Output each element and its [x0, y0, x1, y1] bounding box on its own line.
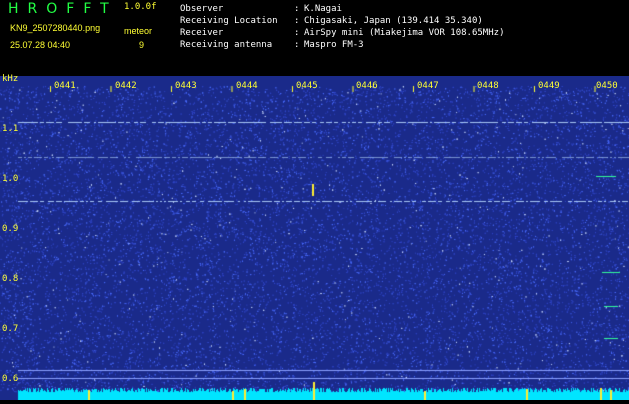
info-key: Receiver	[180, 28, 224, 38]
spectrogram-panel	[0, 76, 629, 400]
time-tick-label: 0441	[54, 81, 76, 91]
info-key: Receiving antenna	[180, 40, 273, 50]
info-key: Observer	[180, 4, 224, 14]
y-tick-label: 0.6	[2, 374, 19, 384]
y-tick-label: 0.7	[2, 324, 19, 334]
y-tick-label: 1.1	[2, 124, 19, 134]
version-label: 1.0.0f	[124, 2, 157, 12]
y-tick-label: 0.8	[2, 274, 19, 284]
time-tick-label: 0449	[538, 81, 560, 91]
time-tick-label: 0447	[417, 81, 439, 91]
info-colon: :	[294, 4, 300, 14]
time-tick-label: 0446	[356, 81, 378, 91]
meteor-label: meteor	[124, 26, 153, 36]
info-colon: :	[294, 40, 300, 50]
filename-label: KN9_2507280440.png	[10, 23, 101, 33]
info-value: Maspro FM-3	[304, 40, 364, 50]
y-axis-unit: kHz	[2, 74, 19, 84]
spectrogram-canvas	[0, 76, 629, 400]
info-key: Receiving Location	[180, 16, 278, 26]
info-value: K.Nagai	[304, 4, 342, 14]
info-value: AirSpy mini (Miakejima VOR 108.65MHz)	[304, 28, 505, 38]
y-tick-label: 0.9	[2, 224, 19, 234]
time-tick-label: 0444	[236, 81, 258, 91]
meteor-count: 9	[139, 40, 145, 50]
time-tick-label: 0442	[115, 81, 137, 91]
time-tick-label: 0443	[175, 81, 197, 91]
info-colon: :	[294, 16, 300, 26]
time-tick-label: 0445	[296, 81, 318, 91]
app-title: HROFFT	[8, 1, 118, 17]
time-tick-label: 0448	[477, 81, 499, 91]
time-tick-label: 0450	[596, 81, 618, 91]
timestamp-label: 25.07.28 04:40	[10, 40, 71, 50]
info-value: Chigasaki, Japan (139.414 35.340)	[304, 16, 483, 26]
y-tick-label: 1.0	[2, 174, 19, 184]
info-colon: :	[294, 28, 300, 38]
